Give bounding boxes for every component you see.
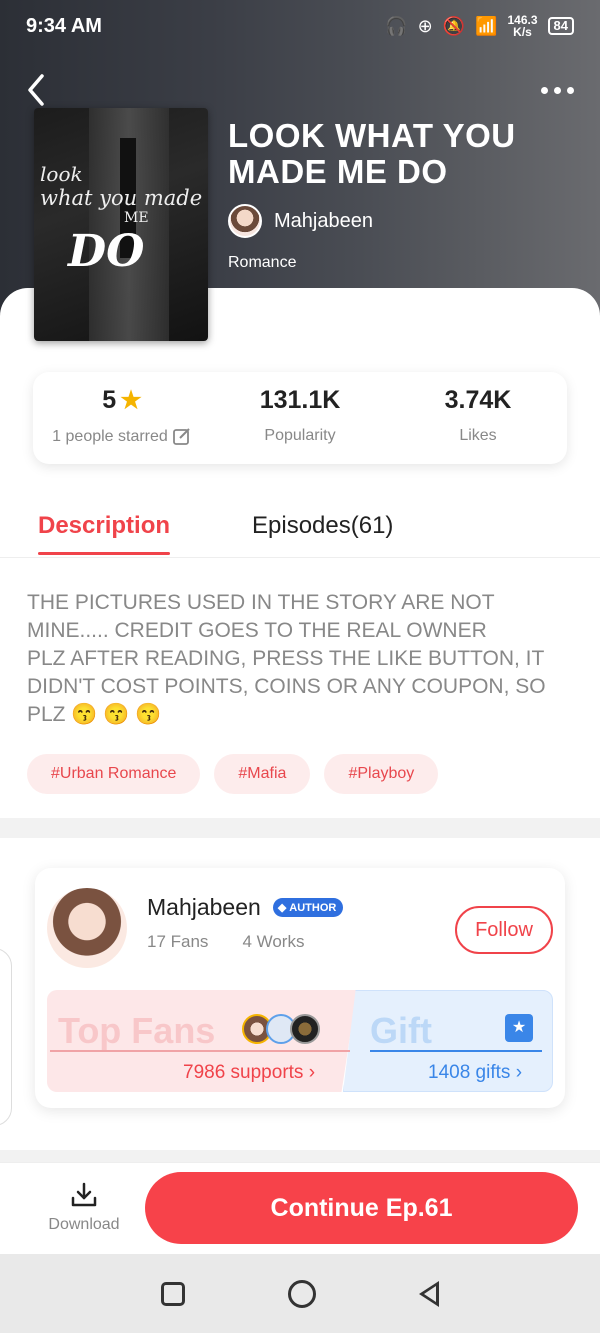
more-dot-icon <box>567 86 574 94</box>
system-nav-bar <box>0 1254 600 1333</box>
author-avatar <box>228 204 262 238</box>
rating-stat[interactable]: 5 ★ 1 people starred <box>33 372 211 464</box>
download-icon <box>71 1182 97 1207</box>
author-card-avatar[interactable] <box>47 888 127 968</box>
home-button[interactable] <box>287 1279 316 1308</box>
gift-underline <box>370 1050 542 1052</box>
likes-stat: 3.74K Likes <box>389 372 567 464</box>
continue-reading-button[interactable]: Continue Ep.61 <box>145 1172 578 1244</box>
cover-text: look <box>40 162 83 186</box>
status-time: 9:34 AM <box>26 14 102 37</box>
status-bar: 9:34 AM 🎧 ⊕ 🔕 📶 146.3 K/s 84 <box>0 0 600 52</box>
author-fans-count: 17 Fans <box>147 932 209 951</box>
battery-icon: 84 <box>547 17 574 35</box>
book-author-link[interactable]: Mahjabeen <box>228 204 373 238</box>
top-fans-title: Top Fans <box>58 1010 216 1051</box>
star-icon: ★ <box>120 387 142 414</box>
more-dot-icon <box>554 86 561 94</box>
cover-text: what you made <box>40 186 203 210</box>
popularity-value: 131.1K <box>259 386 341 414</box>
cover-text: ME <box>124 210 149 226</box>
chevron-right-icon: › <box>515 1062 523 1083</box>
download-label: Download <box>48 1216 120 1233</box>
chevron-left-icon <box>28 74 44 106</box>
book-description: THE PICTURES USED IN THE STORY ARE NOT M… <box>27 591 546 726</box>
fan-avatar <box>290 1014 320 1044</box>
author-name: Mahjabeen <box>274 209 373 232</box>
edit-icon[interactable] <box>172 427 192 447</box>
fan-supports[interactable]: 7986 supports › <box>183 1062 315 1084</box>
more-options-button[interactable] <box>534 78 574 102</box>
tag-mafia[interactable]: #Mafia <box>214 754 311 794</box>
more-dot-icon <box>541 86 548 94</box>
tag-list: #Urban Romance #Mafia #Playboy <box>27 754 439 794</box>
author-badge-label: AUTHOR <box>289 901 337 914</box>
top-fans-underline <box>50 1050 350 1052</box>
side-drawer-edge[interactable] <box>0 948 12 1126</box>
book-cover[interactable]: look what you made ME DO <box>34 108 208 341</box>
mute-icon: 🔕 <box>442 15 466 36</box>
book-title: LOOK WHAT YOU MADE ME DO <box>228 117 516 190</box>
net-speed-unit: K/s <box>513 25 532 39</box>
likes-label: Likes <box>459 427 497 444</box>
tag-playboy[interactable]: #Playboy <box>324 754 439 794</box>
cover-text: DO <box>68 226 145 277</box>
diamond-icon: ◆ <box>277 902 287 914</box>
status-icons: 🎧 ⊕ 🔕 📶 146.3 K/s 84 <box>385 14 574 38</box>
back-button[interactable] <box>22 70 52 110</box>
stats-card: 5 ★ 1 people starred 131.1K Popularity 3… <box>33 372 567 464</box>
gift-title: Gift <box>370 1010 432 1051</box>
follow-button[interactable]: Follow <box>455 906 553 954</box>
tag-urban-romance[interactable]: #Urban Romance <box>27 754 201 794</box>
popularity-stat: 131.1K Popularity <box>211 372 389 464</box>
data-saver-icon: ⊕ <box>417 15 433 36</box>
book-genre[interactable]: Romance <box>228 254 296 272</box>
headphones-icon: 🎧 <box>385 15 408 36</box>
tab-bar: Description Episodes(61) <box>0 500 600 558</box>
download-button[interactable]: Download <box>44 1180 124 1234</box>
rating-label: 1 people starred <box>52 428 168 445</box>
net-speed: 146.3 K/s <box>508 14 538 38</box>
likes-value: 3.74K <box>444 386 512 414</box>
system-back-button[interactable] <box>418 1280 439 1307</box>
popularity-label: Popularity <box>264 427 336 444</box>
top-fans-avatars <box>242 1014 320 1044</box>
author-works-count: 4 Works <box>242 932 305 951</box>
author-card-name[interactable]: Mahjabeen <box>147 894 261 921</box>
tab-description[interactable]: Description <box>38 512 171 555</box>
supports-count: 7986 supports <box>183 1062 304 1083</box>
tab-episodes[interactable]: Episodes(61) <box>252 512 393 540</box>
gifts-count: 1408 gifts <box>428 1062 511 1083</box>
gift-icon: ★ <box>505 1014 533 1042</box>
recents-button[interactable] <box>161 1281 186 1306</box>
gift-count[interactable]: 1408 gifts › <box>428 1062 522 1084</box>
rating-value: 5 <box>102 386 117 414</box>
author-badge: ◆ AUTHOR <box>272 898 344 917</box>
chevron-right-icon: › <box>308 1062 316 1083</box>
wifi-icon: 📶 <box>475 15 498 36</box>
